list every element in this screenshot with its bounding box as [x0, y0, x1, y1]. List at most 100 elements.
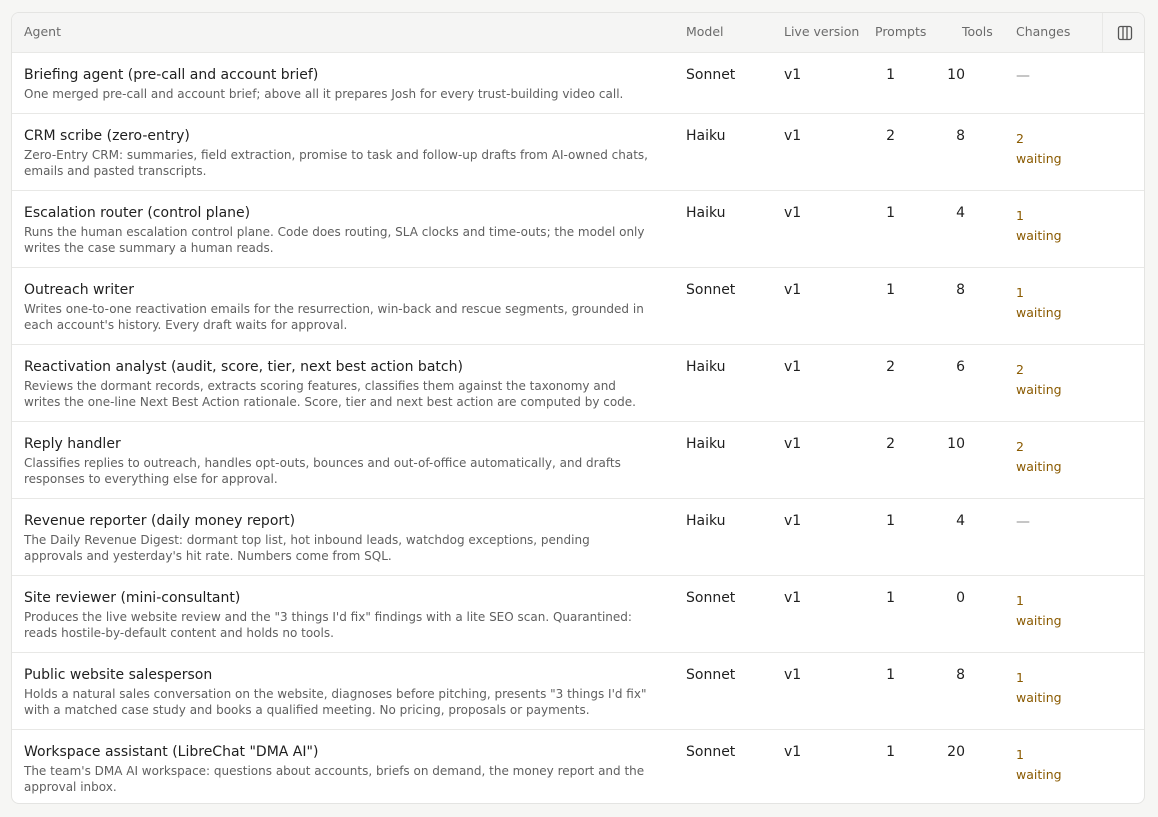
agent-model: Haiku — [686, 436, 726, 452]
agent-live-version: v1 — [784, 359, 802, 375]
agent-description: Produces the live website review and the… — [24, 610, 632, 640]
agent-name[interactable]: Reply handler — [24, 436, 121, 452]
column-header-prompts[interactable]: Prompts — [875, 24, 926, 39]
agent-name[interactable]: Public website salesperson — [24, 667, 212, 683]
columns-icon — [1117, 25, 1132, 41]
changes-status: waiting — [1016, 690, 1062, 705]
agent-model: Sonnet — [686, 282, 736, 298]
agent-live-version: v1 — [784, 282, 802, 298]
agent-model: Sonnet — [686, 590, 736, 606]
agent-model: Sonnet — [686, 67, 736, 83]
agent-name[interactable]: Reactivation analyst (audit, score, tier… — [24, 359, 463, 375]
agent-prompts-count: 1 — [886, 205, 895, 221]
agent-description: Runs the human escalation control plane.… — [24, 225, 645, 255]
agents-table: Agent Model Live version Prompts Tools C… — [11, 12, 1145, 804]
column-settings-button[interactable] — [1102, 13, 1144, 53]
agent-tools-count: 4 — [956, 513, 965, 529]
agent-model: Haiku — [686, 128, 726, 144]
agent-model: Haiku — [686, 359, 726, 375]
agent-changes[interactable]: 1 waiting — [1016, 283, 1096, 323]
agent-changes[interactable]: 2 waiting — [1016, 129, 1096, 169]
agent-model: Sonnet — [686, 667, 736, 683]
changes-count: 2 — [1016, 362, 1024, 377]
changes-count: 2 — [1016, 131, 1024, 146]
agent-prompts-count: 1 — [886, 667, 895, 683]
agent-prompts-count: 2 — [886, 128, 895, 144]
agent-changes: — — [1016, 66, 1096, 86]
column-header-agent[interactable]: Agent — [24, 24, 61, 39]
agent-live-version: v1 — [784, 128, 802, 144]
agent-name[interactable]: CRM scribe (zero-entry) — [24, 128, 190, 144]
changes-count: 1 — [1016, 670, 1024, 685]
table-row[interactable]: Briefing agent (pre-call and account bri… — [12, 53, 1144, 114]
agent-tools-count: 10 — [947, 436, 965, 452]
agent-name[interactable]: Revenue reporter (daily money report) — [24, 513, 295, 529]
agent-name[interactable]: Site reviewer (mini-consultant) — [24, 590, 240, 606]
agent-model: Haiku — [686, 513, 726, 529]
changes-count: — — [1016, 514, 1030, 530]
agent-live-version: v1 — [784, 513, 802, 529]
table-row[interactable]: Public website salesperson Holds a natura… — [12, 653, 1144, 730]
agent-name[interactable]: Workspace assistant (LibreChat "DMA AI") — [24, 744, 318, 760]
agent-tools-count: 6 — [956, 359, 965, 375]
agent-changes[interactable]: 2 waiting — [1016, 360, 1096, 400]
agent-tools-count: 8 — [956, 282, 965, 298]
column-header-changes[interactable]: Changes — [1016, 24, 1070, 39]
agent-description: The team's DMA AI workspace: questions a… — [24, 764, 645, 794]
agent-prompts-count: 1 — [886, 67, 895, 83]
table-row[interactable]: Site reviewer (mini-consultant) Produces … — [12, 576, 1144, 653]
agent-prompts-count: 1 — [886, 282, 895, 298]
agent-name[interactable]: Briefing agent (pre-call and account bri… — [24, 67, 318, 83]
agent-changes[interactable]: 1 waiting — [1016, 668, 1096, 708]
changes-count: 1 — [1016, 747, 1024, 762]
agent-changes: — — [1016, 512, 1096, 532]
agent-description: Reviews the dormant records, extracts sc… — [24, 379, 636, 409]
agent-tools-count: 0 — [956, 590, 965, 606]
agent-tools-count: 8 — [956, 128, 965, 144]
agent-live-version: v1 — [784, 67, 802, 83]
agent-name[interactable]: Outreach writer — [24, 282, 134, 298]
agent-prompts-count: 1 — [886, 744, 895, 760]
agent-live-version: v1 — [784, 744, 802, 760]
changes-count: 1 — [1016, 285, 1024, 300]
agent-tools-count: 10 — [947, 67, 965, 83]
table-row[interactable]: Workspace assistant (LibreChat "DMA AI")… — [12, 730, 1144, 803]
agent-prompts-count: 2 — [886, 436, 895, 452]
table-row[interactable]: CRM scribe (zero-entry) Zero-Entry CRM: s… — [12, 114, 1144, 191]
changes-status: waiting — [1016, 151, 1062, 166]
agent-model: Haiku — [686, 205, 726, 221]
table-row[interactable]: Revenue reporter (daily money report) The… — [12, 499, 1144, 576]
agent-changes[interactable]: 2 waiting — [1016, 437, 1096, 477]
agent-description: Writes one-to-one reactivation emails fo… — [24, 302, 644, 332]
agent-description: Classifies replies to outreach, handles … — [24, 456, 621, 486]
column-header-live-version[interactable]: Live version — [784, 24, 859, 39]
agent-live-version: v1 — [784, 436, 802, 452]
changes-count: 1 — [1016, 208, 1024, 223]
agent-tools-count: 4 — [956, 205, 965, 221]
changes-count: — — [1016, 68, 1030, 84]
changes-count: 2 — [1016, 439, 1024, 454]
agent-tools-count: 20 — [947, 744, 965, 760]
agent-model: Sonnet — [686, 744, 736, 760]
agent-changes[interactable]: 1 waiting — [1016, 745, 1096, 785]
agent-changes[interactable]: 1 waiting — [1016, 591, 1096, 631]
column-header-tools[interactable]: Tools — [962, 24, 993, 39]
agent-name[interactable]: Escalation router (control plane) — [24, 205, 250, 221]
changes-status: waiting — [1016, 767, 1062, 782]
agent-prompts-count: 1 — [886, 590, 895, 606]
table-row[interactable]: Reactivation analyst (audit, score, tier… — [12, 345, 1144, 422]
agent-live-version: v1 — [784, 590, 802, 606]
changes-count: 1 — [1016, 593, 1024, 608]
changes-status: waiting — [1016, 228, 1062, 243]
table-row[interactable]: Outreach writer Writes one-to-one reactiv… — [12, 268, 1144, 345]
agent-tools-count: 8 — [956, 667, 965, 683]
changes-status: waiting — [1016, 613, 1062, 628]
column-header-model[interactable]: Model — [686, 24, 724, 39]
changes-status: waiting — [1016, 459, 1062, 474]
agent-changes[interactable]: 1 waiting — [1016, 206, 1096, 246]
agent-prompts-count: 2 — [886, 359, 895, 375]
table-row[interactable]: Reply handler Classifies replies to outre… — [12, 422, 1144, 499]
agent-description: One merged pre-call and account brief; a… — [24, 87, 624, 101]
agent-prompts-count: 1 — [886, 513, 895, 529]
table-row[interactable]: Escalation router (control plane) Runs th… — [12, 191, 1144, 268]
